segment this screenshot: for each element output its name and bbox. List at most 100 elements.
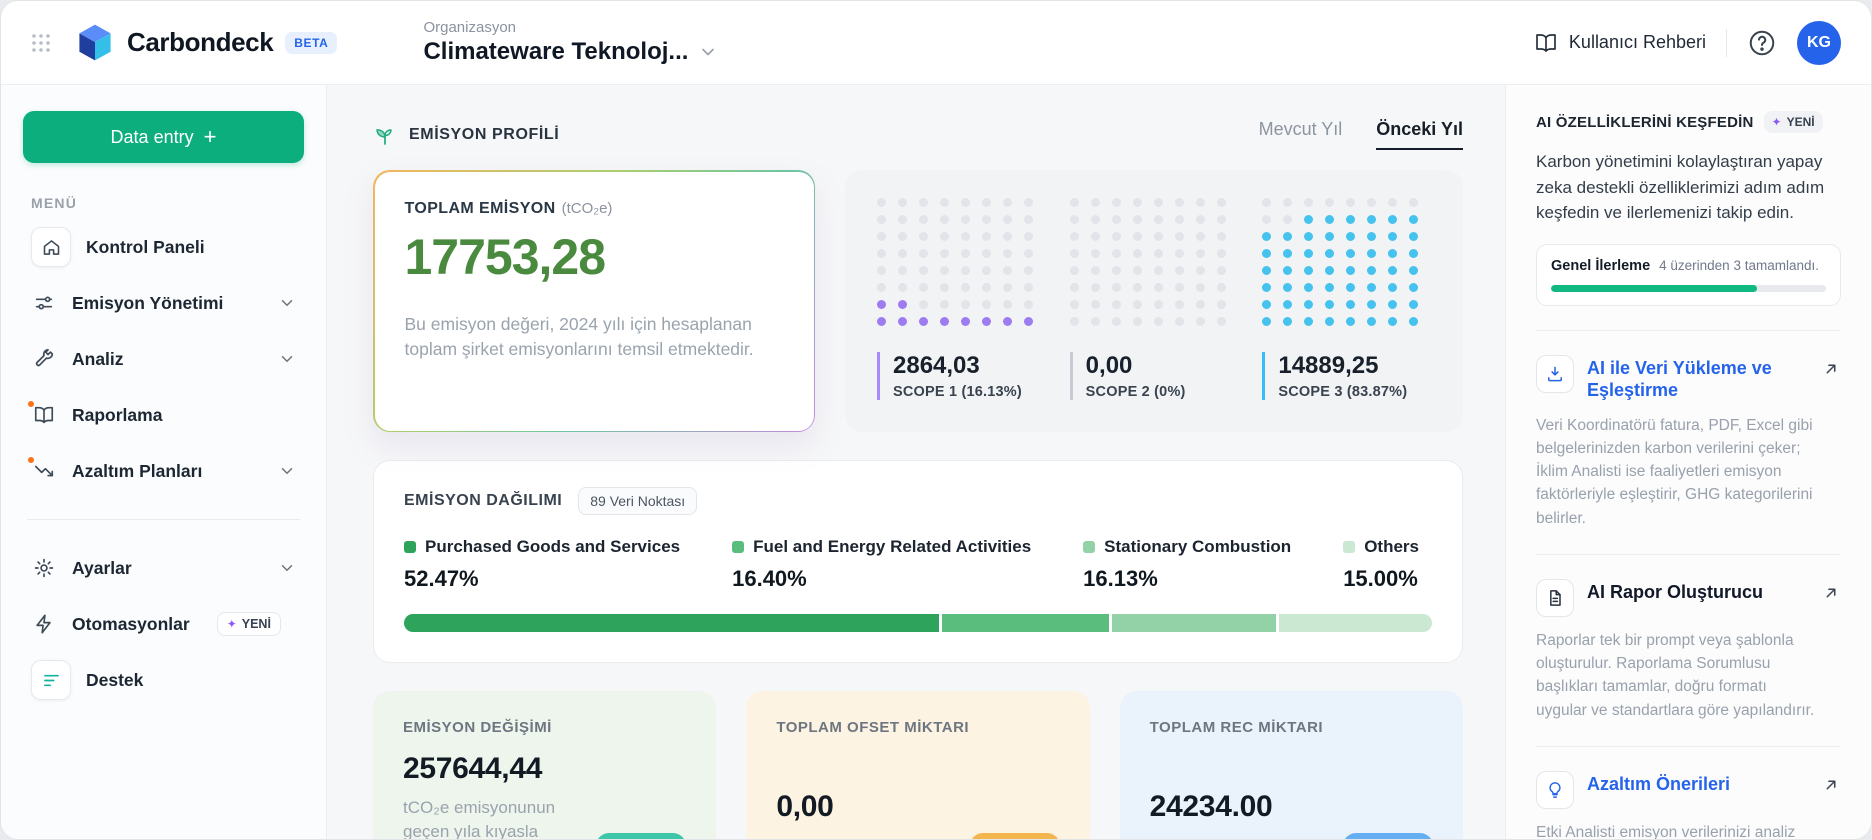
scope-3-waffle-chart <box>1262 198 1431 326</box>
distribution-title: EMİSYON DAĞILIMI <box>404 492 563 509</box>
download-icon <box>1536 354 1574 393</box>
sidebar-item-destek[interactable]: Destek <box>23 652 304 708</box>
app-name: Carbondeck <box>127 27 274 57</box>
ai-features-panel: AI ÖZELLİKLERİNİ KEŞFEDİN ✦ YENİ Karbon … <box>1505 85 1871 839</box>
plus-icon: + <box>203 124 217 149</box>
external-arrow-icon[interactable] <box>1821 583 1841 603</box>
total-emission-unit: (tCO₂e) <box>561 199 613 217</box>
data-entry-label: Data entry <box>110 126 194 147</box>
legend-label: Purchased Goods and Services <box>425 537 681 556</box>
data-points-badge: 89 Veri Noktası <box>578 487 698 515</box>
feature-reduction-suggestions[interactable]: Azaltım Önerileri Etki Analisti emisyon … <box>1536 770 1841 839</box>
emission-distribution-card: EMİSYON DAĞILIMI 89 Veri Noktası Purchas… <box>373 460 1463 663</box>
feature-ai-report-builder[interactable]: AI Rapor Oluşturucu Raporlar tek bir pro… <box>1536 578 1841 722</box>
sidebar-item-analiz[interactable]: Analiz <box>23 331 304 387</box>
sidebar-item-kontrol-paneli[interactable]: Kontrol Paneli <box>23 219 304 275</box>
sidebar-item-label: Destek <box>86 669 144 690</box>
sidebar-item-emisyon-yonetimi[interactable]: Emisyon Yönetimi <box>23 275 304 331</box>
trend-badge <box>596 833 687 839</box>
data-entry-button[interactable]: Data entry + <box>23 111 304 163</box>
legend-label: Others <box>1364 537 1419 556</box>
overall-progress-card: Genel İlerleme 4 üzerinden 3 tamamlandı. <box>1536 243 1841 306</box>
new-badge: ✦ YENİ <box>216 612 281 636</box>
feature-title: Azaltım Önerileri <box>1587 773 1731 794</box>
sidebar: Data entry + MENÜ Kontrol Paneli Emisyon… <box>1 85 327 839</box>
user-guide-button[interactable]: Kullanıcı Rehberi <box>1534 31 1706 55</box>
ai-new-badge: ✦ YENİ <box>1763 111 1823 133</box>
user-guide-label: Kullanıcı Rehberi <box>1568 32 1706 52</box>
legend-swatch <box>1083 541 1096 553</box>
brand: Carbondeck BETA <box>73 21 338 65</box>
legend-percentage: 52.47% <box>404 566 479 591</box>
progress-status: 4 üzerinden 3 tamamlandı. <box>1659 257 1819 273</box>
external-arrow-icon[interactable] <box>1821 775 1841 795</box>
notification-dot <box>26 455 36 465</box>
chevron-down-icon <box>278 462 296 480</box>
mini-card-title: TOPLAM OFSET MİKTARI <box>776 719 970 736</box>
total-emission-title: TOPLAM EMİSYON (tCO₂e) <box>404 199 613 217</box>
sidebar-item-ayarlar[interactable]: Ayarlar <box>23 540 304 596</box>
distribution-legend: Purchased Goods and Services 52.47% Fuel… <box>404 537 1432 592</box>
legend-item: Fuel and Energy Related Activities 16.40… <box>732 537 1031 592</box>
external-arrow-icon[interactable] <box>1821 359 1841 379</box>
legend-percentage: 16.40% <box>732 566 807 591</box>
mini-card-description: tCO₂e emisyonunun geçen yıla kıyasla <box>403 798 556 840</box>
feature-title: AI ile Veri Yükleme ve Eşleştirme <box>1587 357 1772 401</box>
organization-selector[interactable]: Organizasyon Climateware Teknoloj... <box>423 19 718 66</box>
tab-mevcut-yil[interactable]: Mevcut Yıl <box>1259 119 1343 150</box>
ai-panel-intro: Karbon yönetimini kolaylaştıran yapay ze… <box>1536 152 1825 222</box>
menu-section-label: MENÜ <box>31 195 78 211</box>
sliders-icon <box>31 290 57 316</box>
legend-item: Stationary Combustion 16.13% <box>1083 537 1291 592</box>
gear-icon <box>31 555 57 581</box>
scope-1-label: SCOPE 1 (16.13%) <box>893 384 1022 400</box>
panel-divider <box>1536 553 1841 555</box>
scope-2-waffle-chart <box>1069 198 1239 326</box>
book-icon <box>1534 31 1558 55</box>
wrench-icon <box>31 346 57 372</box>
scope-3-value: 14889,25 <box>1278 352 1379 379</box>
total-emission-card: TOPLAM EMİSYON (tCO₂e) 17753,28 Bu emisyo… <box>373 170 815 432</box>
sparkle-icon: ✦ <box>226 617 237 631</box>
legend-label: Fuel and Energy Related Activities <box>753 537 1032 556</box>
legend-percentage: 15.00% <box>1343 566 1418 591</box>
sidebar-item-label: Azaltım Planları <box>72 460 203 481</box>
scope-1-stat: 2864,03 SCOPE 1 (16.13%) <box>877 352 1046 400</box>
sidebar-item-azaltim-planlari[interactable]: Azaltım Planları <box>23 443 304 499</box>
document-icon <box>1536 578 1574 617</box>
support-icon <box>31 660 71 700</box>
chevron-down-icon <box>698 42 718 62</box>
app-launcher-grid-icon[interactable] <box>31 33 51 53</box>
feature-description: Veri Koordinatörü fatura, PDF, Excel gib… <box>1536 416 1813 527</box>
feature-ai-data-upload[interactable]: AI ile Veri Yükleme ve Eşleştirme Veri K… <box>1536 354 1841 530</box>
legend-swatch <box>1343 541 1356 553</box>
sidebar-divider <box>27 519 300 520</box>
total-offset-card: TOPLAM OFSET MİKTARI 0,00 <box>746 691 1090 839</box>
tab-onceki-yil[interactable]: Önceki Yıl <box>1376 119 1463 150</box>
feature-description: Raporlar tek bir prompt veya şablonla ol… <box>1536 631 1815 719</box>
sidebar-item-label: Kontrol Paneli <box>86 236 205 257</box>
mini-card-title: EMİSYON DEĞİŞİMİ <box>403 719 552 736</box>
main-content: EMİSYON PROFİLİ Mevcut Yıl Önceki Yıl TO… <box>327 85 1505 839</box>
sidebar-item-otomasyonlar[interactable]: Otomasyonlar ✦ YENİ <box>23 596 304 652</box>
legend-item: Others 15.00% <box>1343 537 1419 592</box>
mini-card-title: TOPLAM REC MİKTARI <box>1149 719 1324 736</box>
lightbulb-icon <box>1536 770 1574 809</box>
trend-down-icon <box>26 455 57 484</box>
total-emission-description: Bu emisyon değeri, 2024 yılı için hesapl… <box>404 313 754 359</box>
leaf-icon <box>373 123 397 147</box>
user-avatar[interactable]: KG <box>1797 20 1841 65</box>
sidebar-item-raporlama[interactable]: Raporlama <box>23 387 304 443</box>
scope-2-stat: 0,00 SCOPE 2 (0%) <box>1069 352 1239 400</box>
mini-card-value: 0,00 <box>776 790 834 823</box>
organization-name: Climateware Teknoloj... <box>423 38 689 65</box>
notification-dot <box>26 399 36 409</box>
scope-breakdown-card: 2864,03 SCOPE 1 (16.13%) 0,00 SCOPE 2 (0… <box>845 170 1463 432</box>
chevron-down-icon <box>278 294 296 312</box>
help-icon[interactable] <box>1747 28 1777 58</box>
trend-badge <box>969 833 1060 839</box>
top-header: Carbondeck BETA Organizasyon Climateware… <box>1 1 1871 85</box>
sparkle-icon: ✦ <box>1771 115 1782 129</box>
total-emission-value: 17753,28 <box>404 228 607 285</box>
legend-item: Purchased Goods and Services 52.47% <box>404 537 680 592</box>
